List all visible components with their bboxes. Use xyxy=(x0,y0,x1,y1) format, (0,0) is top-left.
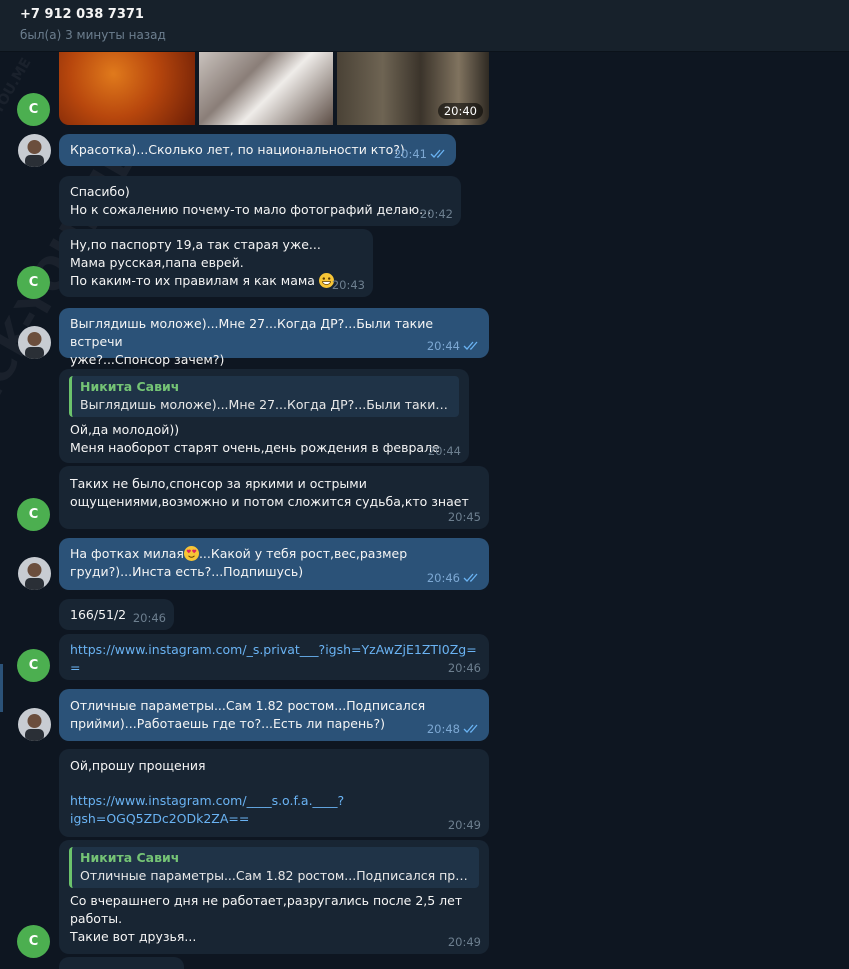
avatar[interactable]: C xyxy=(17,925,50,958)
message-text: Выглядишь моложе)...Мне 27...Когда ДР?..… xyxy=(70,316,434,367)
message-text: Отличные параметры...Сам 1.82 ростом...П… xyxy=(70,698,426,731)
read-ticks-icon xyxy=(463,341,478,350)
reply-author: Никита Савич xyxy=(80,850,180,865)
read-ticks-icon xyxy=(463,573,478,582)
instagram-link[interactable]: https://www.instagram.com/_s.privat___?i… xyxy=(70,642,477,675)
read-ticks-icon xyxy=(463,724,478,733)
avatar[interactable] xyxy=(18,557,51,590)
message-text: Таких не было,спонсор за яркими и острым… xyxy=(70,476,469,509)
photo-2[interactable] xyxy=(199,52,333,125)
message-time: 20:46 xyxy=(447,661,481,675)
contact-name[interactable]: +7 912 038 7371 xyxy=(20,7,144,22)
message-bubble[interactable]: Никита Савич Отличные параметры...Сам 1.… xyxy=(59,840,489,954)
message-bubble[interactable]: 166/51/2 20:46 xyxy=(59,599,174,630)
message-time: 20:45 xyxy=(447,510,481,524)
message-text: Ой,да молодой)) Меня наоборот старят оче… xyxy=(70,422,440,455)
read-ticks-icon xyxy=(430,149,445,158)
message-bubble[interactable]: Ну,по паспорту 19,а так старая уже... Ма… xyxy=(59,229,373,297)
message-time: 20:43 xyxy=(331,278,365,292)
photo-album[interactable]: 20:40 xyxy=(59,52,489,125)
message-bubble[interactable]: Красотка)...Сколько лет, по национальнос… xyxy=(59,134,456,166)
reply-quote[interactable]: Никита Савич Выглядишь моложе)...Мне 27.… xyxy=(69,376,459,417)
message-bubble[interactable]: Таких не было,спонсор за яркими и острым… xyxy=(59,466,489,529)
message-list[interactable]: CHECK-YOU.ME CHECK-YOU.ME 20:40 C Красот… xyxy=(0,52,849,969)
message-time: 20:48 xyxy=(426,722,460,736)
reply-quote[interactable]: Никита Савич Отличные параметры...Сам 1.… xyxy=(69,847,479,888)
avatar[interactable] xyxy=(18,326,51,359)
message-text: Со вчерашнего дня не работает,разругалис… xyxy=(70,893,463,944)
instagram-link[interactable]: https://www.instagram.com/____s.o.f.a.__… xyxy=(70,793,344,826)
message-bubble[interactable]: Ой,прошу прощения https://www.instagram.… xyxy=(59,749,489,837)
heart-eyes-emoji-icon xyxy=(183,546,199,561)
message-bubble[interactable]: Выглядишь моложе)...Мне 27...Когда ДР?..… xyxy=(59,308,489,367)
reply-text: Выглядишь моложе)...Мне 27...Когда ДР?..… xyxy=(80,397,452,412)
avatar[interactable] xyxy=(18,134,51,167)
message-time: 20:49 xyxy=(447,818,481,832)
unread-marker xyxy=(0,664,3,712)
message-time: 20:49 xyxy=(447,935,481,949)
reply-text: Отличные параметры...Сам 1.82 ростом...П… xyxy=(80,868,472,883)
photo-time: 20:40 xyxy=(437,103,483,119)
message-bubble[interactable] xyxy=(59,957,184,969)
message-time: 20:42 xyxy=(419,207,453,221)
avatar[interactable]: C xyxy=(17,498,50,531)
message-time: 20:46 xyxy=(132,611,166,625)
message-bubble[interactable]: Отличные параметры...Сам 1.82 ростом...П… xyxy=(59,689,489,741)
message-text: Спасибо) Но к сожалению почему-то мало ф… xyxy=(70,184,432,217)
message-bubble[interactable]: Спасибо) Но к сожалению почему-то мало ф… xyxy=(59,176,461,226)
reply-author: Никита Савич xyxy=(80,379,180,394)
message-time: 20:41 xyxy=(393,147,427,161)
avatar[interactable] xyxy=(18,708,51,741)
message-time: 20:44 xyxy=(427,444,461,458)
chat-header[interactable]: +7 912 038 7371 был(а) 3 минуты назад xyxy=(0,0,849,52)
contact-status: был(а) 3 минуты назад xyxy=(20,28,166,42)
message-time: 20:46 xyxy=(426,571,460,585)
avatar[interactable]: C xyxy=(17,93,50,126)
message-text: На фотках милая ...Какой у тебя рост,вес,… xyxy=(70,546,408,579)
message-text: Ну,по паспорту 19,а так старая уже... Ма… xyxy=(59,229,373,290)
photo-1[interactable] xyxy=(59,52,195,125)
message-time: 20:44 xyxy=(426,339,460,353)
message-bubble[interactable]: На фотках милая ...Какой у тебя рост,вес,… xyxy=(59,538,489,590)
message-text: Ой,прошу прощения xyxy=(70,758,206,773)
message-bubble[interactable]: https://www.instagram.com/_s.privat___?i… xyxy=(59,634,489,680)
avatar[interactable]: C xyxy=(17,649,50,682)
message-bubble[interactable]: Никита Савич Выглядишь моложе)...Мне 27.… xyxy=(59,369,469,463)
avatar[interactable]: C xyxy=(17,266,50,299)
